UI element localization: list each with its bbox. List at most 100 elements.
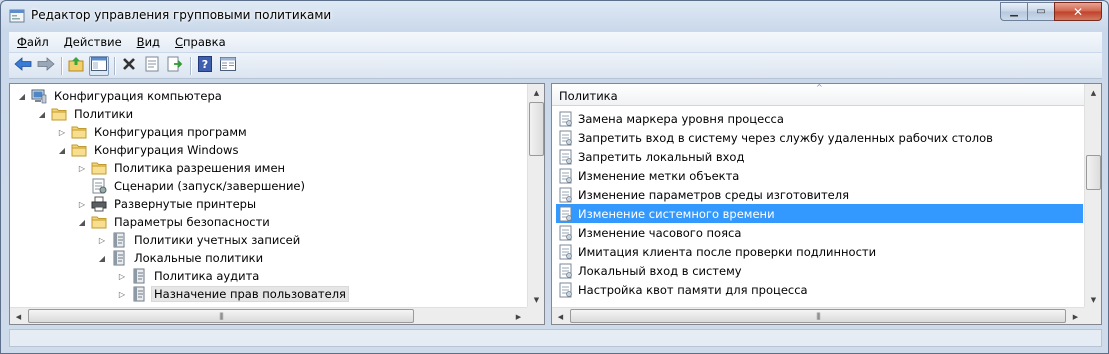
column-header-policy[interactable]: ^ Политика	[552, 84, 1085, 106]
gpo-editor-window: Редактор управления групповыми политикам…	[0, 0, 1109, 354]
console-view-icon	[220, 57, 236, 74]
properties-button[interactable]	[142, 56, 162, 76]
policy-row[interactable]: Изменение метки объекта	[556, 166, 1083, 185]
minimize-button[interactable]: ▁	[1000, 2, 1027, 21]
tree-item[interactable]: ▷ Назначение прав пользователя	[116, 285, 349, 303]
scroll-down-arrow-icon[interactable]: ▼	[1085, 291, 1101, 308]
collapse-arrow-icon[interactable]: ◢	[56, 144, 68, 156]
help-button[interactable]: ?	[195, 56, 215, 76]
tree-item-label: Параметры безопасности	[114, 215, 270, 229]
tree-item-label: Назначение прав пользователя	[151, 286, 349, 302]
tree-item[interactable]: ◢ Политики	[36, 105, 136, 123]
scroll-left-arrow-icon[interactable]: ◀	[552, 308, 569, 324]
policy-item-icon	[559, 168, 573, 184]
menu-help[interactable]: Справка	[167, 35, 233, 49]
scroll-up-arrow-icon[interactable]: ▲	[1085, 84, 1101, 101]
expand-arrow-icon[interactable]: ▷	[96, 234, 108, 246]
column-header-label: Политика	[559, 89, 618, 103]
tree-item[interactable]: ▷ Конфигурация программ	[56, 123, 250, 141]
scrollbar-corner	[1084, 307, 1101, 324]
scroll-thumb[interactable]	[1086, 155, 1101, 190]
script-icon	[91, 178, 107, 194]
tree-item[interactable]: ▷ Развернутые принтеры	[76, 195, 259, 213]
show-hide-tree-button[interactable]	[89, 55, 109, 76]
collapse-arrow-icon[interactable]: ◢	[96, 252, 108, 264]
folder-icon	[51, 106, 67, 122]
policy-item-icon	[559, 282, 573, 298]
scrollbar-corner	[527, 307, 544, 324]
help-icon: ?	[198, 56, 212, 75]
policy-row[interactable]: Замена маркера уровня процесса	[556, 109, 1083, 128]
policy-row[interactable]: Изменение часового пояса	[556, 223, 1083, 242]
console-view-button[interactable]	[218, 56, 238, 76]
collapse-arrow-icon[interactable]: ◢	[36, 108, 48, 120]
collapse-arrow-icon[interactable]: ◢	[16, 90, 28, 102]
properties-icon	[145, 56, 159, 75]
scroll-thumb[interactable]: |||	[570, 309, 1066, 323]
scroll-down-arrow-icon[interactable]: ▼	[528, 291, 544, 308]
expand-arrow-icon[interactable]: ▷	[116, 288, 128, 300]
expand-arrow-icon[interactable]: ▷	[76, 198, 88, 210]
tree-item[interactable]: ◢ Локальные политики	[96, 249, 266, 267]
gpo-app-icon	[9, 8, 25, 24]
tree-item[interactable]: Сценарии (запуск/завершение)	[76, 177, 308, 195]
tree-item-label: Развернутые принтеры	[114, 197, 257, 211]
tree-item[interactable]: ◢ Конфигурация компьютера	[16, 87, 225, 105]
policy-list: Замена маркера уровня процесса Запретить …	[552, 107, 1085, 309]
maximize-icon: ▭	[1036, 6, 1046, 17]
svg-text:?: ?	[202, 58, 208, 71]
expand-arrow-icon[interactable]: ▷	[56, 126, 68, 138]
list-horizontal-scrollbar[interactable]: ◀ ||| ▶	[552, 307, 1084, 324]
policy-row-label: Изменение параметров среды изготовителя	[578, 187, 849, 202]
no-children-spacer	[76, 180, 88, 192]
tree-item[interactable]: ▷ Политика разрешения имен	[76, 159, 288, 177]
policy-row[interactable]: Имитация клиента после проверки подлинно…	[556, 242, 1083, 261]
scroll-thumb[interactable]: |||	[28, 309, 414, 323]
tree-item[interactable]: ◢ Параметры безопасности	[76, 213, 273, 231]
menu-file[interactable]: Файл	[9, 35, 56, 49]
scroll-right-arrow-icon[interactable]: ▶	[510, 308, 527, 324]
scroll-up-arrow-icon[interactable]: ▲	[528, 84, 544, 101]
toolbar-separator	[114, 56, 115, 75]
console-tree: ◢ Конфигурация компьютера ◢ Политики ▷ Конфиг…	[10, 84, 529, 308]
tree-vertical-scrollbar[interactable]: ▲ ▼	[527, 84, 544, 308]
tree-item[interactable]: ▷ Политики учетных записей	[96, 231, 303, 249]
expand-arrow-icon[interactable]: ▷	[116, 270, 128, 282]
policy-row-label: Настройка квот памяти для процесса	[578, 282, 808, 297]
policy-row[interactable]: Настройка квот памяти для процесса	[556, 280, 1083, 299]
back-button[interactable]	[13, 56, 33, 76]
policy-row[interactable]: Локальный вход в систему	[556, 261, 1083, 280]
policy-row[interactable]: Изменение системного времени	[556, 204, 1083, 223]
tree-horizontal-scrollbar[interactable]: ◀ ||| ▶	[10, 307, 527, 324]
close-button[interactable]: ✕	[1054, 2, 1102, 21]
tree-item-label: Политики учетных записей	[134, 233, 301, 247]
tree-item[interactable]: ◢ Конфигурация Windows	[56, 141, 241, 159]
details-pane: ^ Политика Замена маркера уровня процесс…	[551, 83, 1102, 325]
tree-item-label: Конфигурация Windows	[94, 143, 239, 157]
back-arrow-icon	[14, 57, 32, 74]
collapse-arrow-icon[interactable]: ◢	[76, 216, 88, 228]
policy-row[interactable]: Запретить вход в систему через службу уд…	[556, 128, 1083, 147]
up-one-level-button[interactable]	[66, 56, 86, 76]
tree-item[interactable]: ▷ Политика аудита	[116, 267, 262, 285]
export-list-button[interactable]	[165, 56, 185, 76]
forward-button[interactable]	[36, 56, 56, 76]
delete-button[interactable]	[119, 56, 139, 76]
sort-ascending-icon: ^	[816, 83, 823, 92]
scroll-thumb[interactable]	[529, 102, 544, 156]
menu-view[interactable]: Вид	[129, 35, 167, 49]
scroll-right-arrow-icon[interactable]: ▶	[1067, 308, 1084, 324]
tree-item-label: Конфигурация компьютера	[54, 89, 222, 103]
policy-row[interactable]: Запретить локальный вход	[556, 147, 1083, 166]
folder-icon	[71, 142, 87, 158]
expand-arrow-icon[interactable]: ▷	[76, 162, 88, 174]
scroll-left-arrow-icon[interactable]: ◀	[10, 308, 27, 324]
title-bar[interactable]: Редактор управления групповыми политикам…	[1, 1, 1108, 31]
menu-action[interactable]: Действие	[56, 35, 129, 49]
maximize-button[interactable]: ▭	[1027, 2, 1054, 21]
policy-row-label: Изменение часового пояса	[578, 225, 742, 240]
policy-row[interactable]: Изменение параметров среды изготовителя	[556, 185, 1083, 204]
list-vertical-scrollbar[interactable]: ▲ ▼	[1084, 84, 1101, 308]
policy-item-icon	[559, 206, 573, 222]
security-settings-icon	[91, 214, 107, 230]
